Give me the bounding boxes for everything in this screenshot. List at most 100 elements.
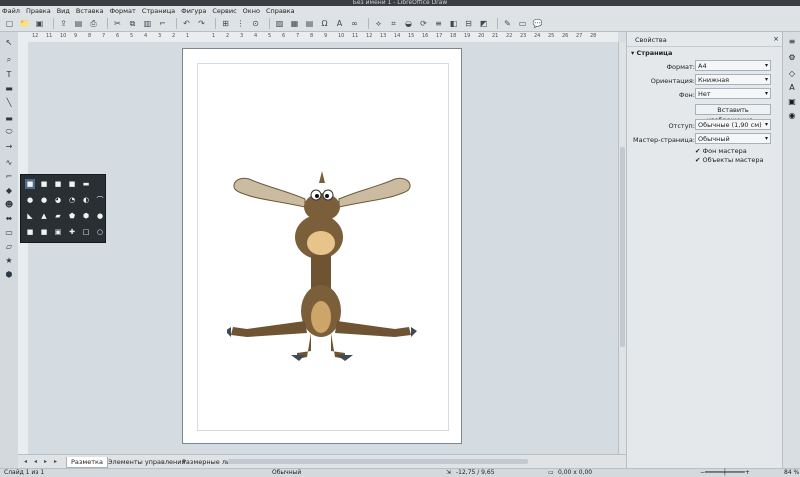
triangle-icon[interactable]: ◣ [25, 211, 35, 221]
ring-icon[interactable]: ○ [95, 227, 105, 237]
export-pdf-icon[interactable]: ▤ [73, 18, 84, 29]
margin-select[interactable]: Обычные (1,90 см) ▾ [695, 119, 771, 130]
gallery-icon[interactable]: ▣ [787, 96, 797, 106]
tab-layout[interactable]: Разметка [66, 457, 108, 468]
moose-image[interactable] [227, 165, 417, 361]
cylinder-icon[interactable]: ■ [39, 227, 49, 237]
zoom-icon[interactable]: ⌕ [3, 54, 15, 66]
block-arrows-icon[interactable]: ⬌ [3, 212, 15, 224]
open-folder-icon[interactable]: 📁 [19, 18, 30, 29]
format-select[interactable]: A4 ▾ [695, 60, 771, 71]
connector-icon[interactable]: ⌐ [3, 170, 15, 182]
menu-page[interactable]: Страница [142, 7, 175, 15]
close-icon[interactable]: × [773, 35, 779, 43]
rectangle-shape-icon[interactable]: ■ [39, 179, 49, 189]
arrange-icon[interactable]: ◧ [448, 18, 459, 29]
stars-icon[interactable]: ★ [3, 254, 15, 266]
basic-shapes-icon[interactable]: ◆ [3, 184, 15, 196]
copy-icon[interactable]: ⧉ [127, 18, 138, 29]
square-outline-icon[interactable]: □ [81, 227, 91, 237]
circle-shape-icon[interactable]: ● [25, 195, 35, 205]
arc-icon[interactable]: ⌒ [95, 195, 105, 205]
select-arrow-icon[interactable]: ↖ [3, 36, 15, 48]
draw-function-icon[interactable]: ✎ [502, 18, 513, 29]
points-icon[interactable]: ⟡ [373, 18, 384, 29]
ellipse-icon[interactable]: ⬭ [3, 126, 15, 138]
menu-tools[interactable]: Сервис [212, 7, 236, 15]
menu-shape[interactable]: Фигура [181, 7, 206, 15]
print-icon[interactable]: ⎙ [88, 18, 99, 29]
insert-table-icon[interactable]: ▤ [304, 18, 315, 29]
horizontal-scrollbar[interactable] [228, 459, 528, 464]
distribute-icon[interactable]: ⊟ [463, 18, 474, 29]
tab-controls[interactable]: Элементы управления [104, 457, 189, 467]
save-icon[interactable]: ▣ [34, 18, 45, 29]
square-shape-icon[interactable]: ■ [25, 179, 35, 189]
drawing-page[interactable] [182, 48, 462, 444]
special-character-icon[interactable]: Ω [319, 18, 330, 29]
3d-objects-icon[interactable]: ⬢ [3, 268, 15, 280]
frame-icon[interactable]: ▣ [53, 227, 63, 237]
master-page-select[interactable]: Обычный ▾ [695, 133, 771, 144]
first-tab-icon[interactable]: ◂ [24, 458, 27, 465]
menu-window[interactable]: Окно [243, 7, 260, 15]
prev-tab-icon[interactable]: ◂ [34, 458, 37, 465]
clone-formatting-icon[interactable]: ⌐ [157, 18, 168, 29]
callout-icon[interactable]: 💬 [532, 18, 543, 29]
flowchart-icon[interactable]: ▭ [3, 226, 15, 238]
transformations-icon[interactable]: ⟳ [418, 18, 429, 29]
octagon-icon[interactable]: ● [95, 211, 105, 221]
scrollbar-thumb[interactable] [620, 147, 625, 347]
parallelogram-icon[interactable]: ▰ [53, 211, 63, 221]
new-document-icon[interactable]: ▢ [4, 18, 15, 29]
helplines-icon[interactable]: ⋮ [235, 18, 246, 29]
cross-icon[interactable]: ✚ [67, 227, 77, 237]
next-tab-icon[interactable]: ▸ [44, 458, 47, 465]
master-objects-checkbox[interactable]: ✔ Объекты мастера [695, 156, 764, 164]
block-arc-icon[interactable]: ◔ [67, 195, 77, 205]
line-icon[interactable]: ╲ [3, 96, 15, 108]
navigator-icon[interactable]: ◉ [787, 110, 797, 120]
master-background-checkbox[interactable]: ✔ Фон мастера [695, 147, 747, 155]
export-icon[interactable]: ⇪ [58, 18, 69, 29]
insert-image-button[interactable]: Вставить изображение... [695, 104, 771, 124]
redo-icon[interactable]: ↷ [196, 18, 207, 29]
circle-pie-icon[interactable]: ◕ [53, 195, 63, 205]
cube-icon[interactable]: ■ [25, 227, 35, 237]
symbol-shapes-icon[interactable]: ☻ [3, 198, 15, 210]
insert-image-icon[interactable]: ▨ [274, 18, 285, 29]
sidebar-menu-icon[interactable]: ≡ [787, 36, 797, 46]
align-icon[interactable]: ≡ [433, 18, 444, 29]
section-title-page[interactable]: ▾ Страница [631, 49, 672, 57]
curve-icon[interactable]: ∿ [3, 156, 15, 168]
menu-help[interactable]: Справка [266, 7, 295, 15]
trapezoid-icon[interactable]: ▬ [81, 179, 91, 189]
hyperlink-icon[interactable]: ∞ [349, 18, 360, 29]
menu-format[interactable]: Формат [109, 7, 135, 15]
orientation-select[interactable]: Книжная ▾ [695, 74, 771, 85]
background-select[interactable]: Нет ▾ [695, 88, 771, 99]
fill-color-icon[interactable]: ▬ [3, 82, 15, 94]
cut-icon[interactable]: ✂ [112, 18, 123, 29]
fontwork-tab-icon[interactable]: A [787, 82, 797, 92]
line-arrow-icon[interactable]: → [3, 140, 15, 152]
ellipse-shape-icon[interactable]: ● [39, 195, 49, 205]
paste-icon[interactable]: ▥ [142, 18, 153, 29]
comment-icon[interactable]: ▭ [517, 18, 528, 29]
isosceles-triangle-icon[interactable]: ▲ [39, 211, 49, 221]
crop-icon[interactable]: ⌗ [388, 18, 399, 29]
properties-icon[interactable]: ⚙ [787, 52, 797, 62]
rounded-rect-icon[interactable]: ■ [67, 179, 77, 189]
text-icon[interactable]: T [3, 68, 15, 80]
styles-icon[interactable]: ◇ [787, 68, 797, 78]
rectangle-icon[interactable]: ▬ [3, 112, 15, 124]
menu-insert[interactable]: Вставка [76, 7, 104, 15]
insert-chart-icon[interactable]: ▦ [289, 18, 300, 29]
rounded-square-icon[interactable]: ■ [53, 179, 63, 189]
fontwork-icon[interactable]: A [334, 18, 345, 29]
menu-file[interactable]: Файл [2, 7, 20, 15]
undo-icon[interactable]: ↶ [181, 18, 192, 29]
circle-segment-icon[interactable]: ◐ [81, 195, 91, 205]
callouts-icon[interactable]: ▱ [3, 240, 15, 252]
filter-icon[interactable]: ◒ [403, 18, 414, 29]
